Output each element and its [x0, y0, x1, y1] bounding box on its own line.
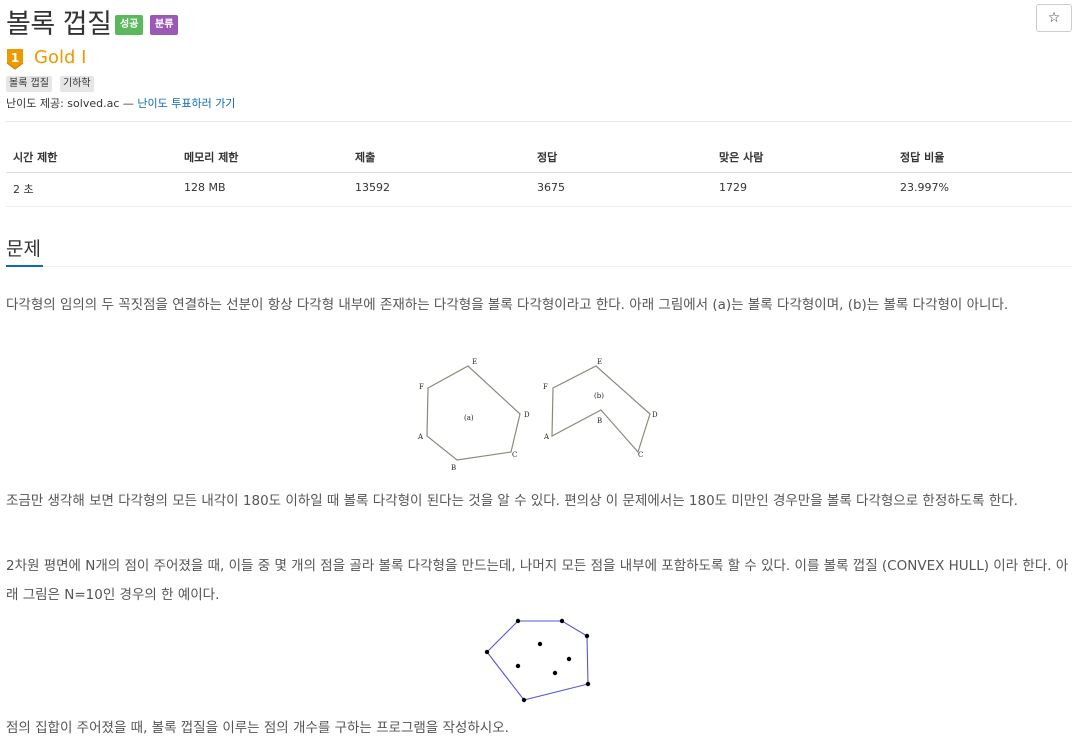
vertex-b-D: D — [652, 411, 658, 419]
difficulty-prefix: 난이도 제공: solved.ac — — [6, 97, 138, 110]
difficulty-provider: 난이도 제공: solved.ac — 난이도 투표하러 가기 — [6, 95, 235, 111]
category-badge[interactable]: 분류 — [150, 15, 179, 35]
figure-convex-vs-concave: (a) A B C D E F (b) A B C D E F — [414, 354, 664, 478]
tier-gold-icon: 1 — [6, 48, 24, 74]
table-header-divider — [6, 172, 1072, 173]
vertex-a-A: A — [417, 433, 424, 441]
tag-convex-hull[interactable]: 볼록 껍질 — [6, 76, 52, 92]
vertex-a-F: F — [419, 383, 424, 391]
status-badge-success[interactable]: 성공 — [115, 15, 144, 35]
value-memory-limit: 128 MB — [184, 181, 226, 194]
section-divider — [43, 266, 1072, 267]
table-bottom-divider — [6, 206, 1072, 207]
favorite-star-button[interactable]: ☆ — [1036, 4, 1072, 32]
section-title-problem: 문제 — [6, 238, 41, 260]
tier-number: 1 — [11, 51, 19, 65]
value-accept-ratio: 23.997% — [900, 181, 949, 194]
header-submissions: 제출 — [355, 151, 376, 164]
section-title-underline — [6, 265, 43, 267]
divider — [6, 121, 1072, 122]
header-accept-ratio: 정답 비율 — [900, 151, 945, 164]
hull-points — [484, 618, 591, 703]
vertex-b-A: A — [543, 433, 550, 441]
polygon-a-label: (a) — [464, 414, 474, 422]
problem-paragraph-4: 점의 집합이 주어졌을 때, 볼록 껍질을 이루는 점의 개수를 구하는 프로그… — [6, 720, 509, 736]
vertex-b-C: C — [638, 451, 643, 459]
tag-geometry[interactable]: 기하학 — [60, 76, 94, 92]
vertex-a-C: C — [512, 451, 517, 459]
value-time-limit: 2 초 — [13, 183, 34, 196]
vote-difficulty-link[interactable]: 난이도 투표하러 가기 — [137, 97, 235, 110]
vertex-a-D: D — [524, 411, 530, 419]
header-solved-users: 맞은 사람 — [719, 151, 764, 164]
polygon-b: (b) A B C D E F — [543, 358, 658, 459]
polygon-a: (a) A B C D E F — [417, 358, 530, 472]
value-solved-users: 1729 — [719, 181, 747, 194]
vertex-a-E: E — [472, 358, 477, 366]
header-time-limit: 시간 제한 — [13, 151, 58, 164]
page-title: 볼록 껍질 — [6, 9, 112, 40]
problem-paragraph-3: 2차원 평면에 N개의 점이 주어졌을 때, 이들 중 몇 개의 점을 골라 볼… — [6, 558, 1069, 603]
header-accepted: 정답 — [537, 151, 558, 164]
vertex-b-E: E — [597, 358, 602, 366]
problem-paragraph-1: 다각형의 임의의 두 꼭짓점을 연결하는 선분이 항상 다각형 내부에 존재하는… — [6, 297, 1009, 313]
vertex-b-B: B — [597, 417, 602, 425]
problem-paragraph-2: 조금만 생각해 보면 다각형의 모든 내각이 180도 이하일 때 볼록 다각형… — [6, 493, 1018, 509]
value-submissions: 13592 — [355, 181, 390, 194]
figure-convex-hull-example — [480, 614, 600, 710]
tier-name[interactable]: Gold I — [34, 47, 86, 68]
polygon-b-label: (b) — [594, 392, 604, 400]
value-accepted: 3675 — [537, 181, 565, 194]
vertex-a-B: B — [451, 464, 456, 472]
header-memory-limit: 메모리 제한 — [184, 151, 239, 164]
vertex-b-F: F — [543, 383, 548, 391]
